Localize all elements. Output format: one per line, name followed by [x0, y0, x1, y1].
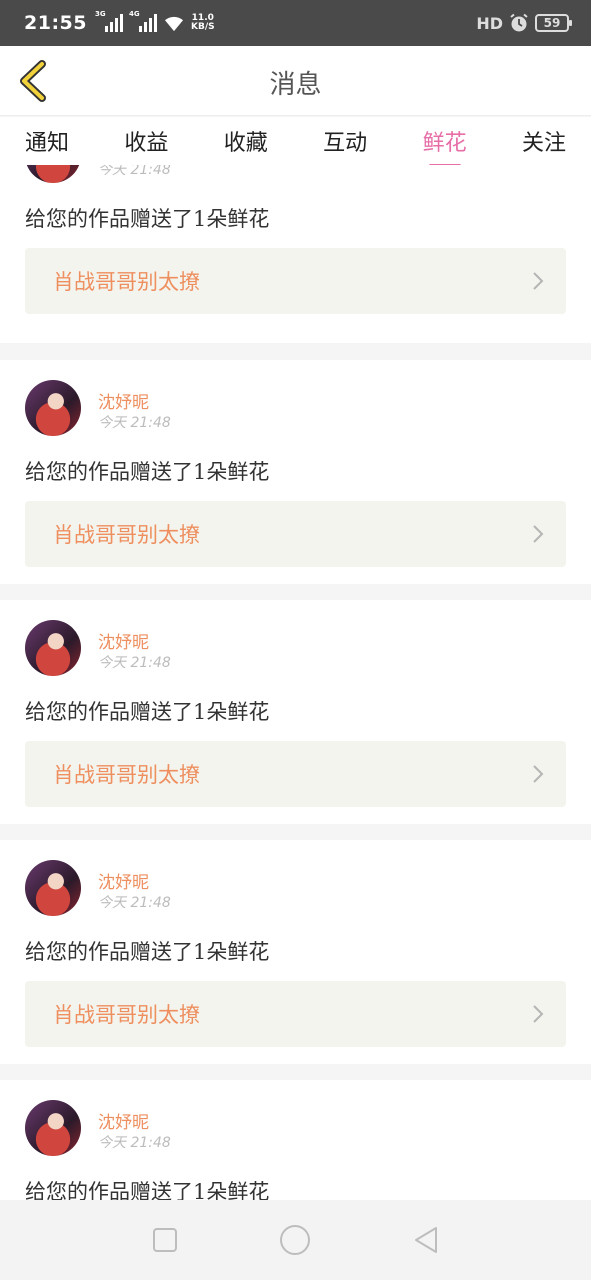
- timestamp: 今天 21:48: [98, 415, 171, 431]
- work-link[interactable]: 肖战哥哥别太撩: [25, 981, 566, 1047]
- message-text: 给您的作品赠送了1朵鲜花: [25, 940, 270, 964]
- username[interactable]: 沈妤昵: [98, 868, 149, 893]
- chevron-right-icon: [533, 765, 544, 783]
- recents-button[interactable]: [145, 1220, 185, 1260]
- list-item: 沈妤昵 今天 21:48 给您的作品赠送了1朵鲜花 肖战哥哥别太撩: [0, 840, 591, 1064]
- tab-interactions[interactable]: 互动: [323, 125, 367, 157]
- work-title: 肖战哥哥别太撩: [53, 270, 200, 294]
- avatar[interactable]: [25, 1100, 81, 1156]
- battery-level: 59: [543, 16, 561, 30]
- chevron-right-icon: [533, 272, 544, 290]
- work-title: 肖战哥哥别太撩: [53, 523, 200, 547]
- header: 消息: [0, 46, 591, 116]
- signal-4g-label: 4G: [128, 10, 140, 18]
- status-left: 21:55 3G 4G 11.0 KB/S: [24, 10, 215, 34]
- avatar[interactable]: [25, 620, 81, 676]
- system-back-button[interactable]: [406, 1220, 446, 1260]
- system-nav-bar: [0, 1200, 591, 1280]
- message-text: 给您的作品赠送了1朵鲜花: [25, 700, 270, 724]
- message-text: 给您的作品赠送了1朵鲜花: [25, 1180, 270, 1200]
- wifi-icon: [164, 16, 183, 32]
- alarm-icon: [510, 13, 528, 32]
- work-link[interactable]: 肖战哥哥别太撩: [25, 741, 566, 807]
- flower-message-list[interactable]: 今天 21:48 给您的作品赠送了1朵鲜花 肖战哥哥别太撩 沈妤昵 今天 21:…: [0, 165, 591, 1200]
- list-item: 沈妤昵 今天 21:48 给您的作品赠送了1朵鲜花 肖战哥哥别太撩: [0, 360, 591, 584]
- tab-favorites[interactable]: 收藏: [224, 125, 268, 157]
- home-button[interactable]: [275, 1220, 315, 1260]
- avatar[interactable]: [25, 380, 81, 436]
- tab-earnings[interactable]: 收益: [124, 125, 168, 157]
- tab-flowers[interactable]: 鲜花: [423, 125, 467, 167]
- message-text: 给您的作品赠送了1朵鲜花: [25, 207, 270, 231]
- status-right: HD 59: [476, 13, 572, 33]
- timestamp: 今天 21:48: [98, 655, 171, 671]
- avatar[interactable]: [25, 860, 81, 916]
- message-text: 给您的作品赠送了1朵鲜花: [25, 460, 270, 484]
- chevron-right-icon: [533, 1005, 544, 1023]
- hd-indicator: HD: [476, 13, 503, 33]
- list-item: 今天 21:48 给您的作品赠送了1朵鲜花 肖战哥哥别太撩: [0, 165, 591, 343]
- timestamp: 今天 21:48: [98, 1135, 171, 1151]
- net-speed: 11.0 KB/S: [191, 14, 215, 32]
- work-link[interactable]: 肖战哥哥别太撩: [25, 501, 566, 567]
- triangle-back-icon: [414, 1227, 437, 1253]
- avatar[interactable]: [25, 165, 81, 183]
- net-speed-unit: KB/S: [190, 22, 215, 32]
- list-item: 沈妤昵 今天 21:48 给您的作品赠送了1朵鲜花 肖战哥哥别太撩: [0, 600, 591, 824]
- square-icon: [153, 1228, 178, 1252]
- timestamp: 今天 21:48: [98, 165, 171, 178]
- signal-3g-label: 3G: [94, 10, 106, 18]
- work-title: 肖战哥哥别太撩: [53, 763, 200, 787]
- list-item: 沈妤昵 今天 21:48 给您的作品赠送了1朵鲜花: [0, 1080, 591, 1200]
- signal-3g-icon: 3G: [95, 10, 123, 32]
- status-icons: 3G 4G 11.0 KB/S: [95, 10, 215, 32]
- timestamp: 今天 21:48: [98, 895, 171, 911]
- username[interactable]: 沈妤昵: [98, 388, 149, 413]
- signal-4g-icon: 4G: [129, 10, 157, 32]
- clock: 21:55: [24, 12, 87, 34]
- work-link[interactable]: 肖战哥哥别太撩: [25, 248, 566, 314]
- tab-notifications[interactable]: 通知: [25, 125, 69, 157]
- page-title: 消息: [269, 70, 322, 100]
- chevron-right-icon: [533, 525, 544, 543]
- username[interactable]: 沈妤昵: [98, 628, 149, 653]
- work-title: 肖战哥哥别太撩: [53, 1003, 200, 1027]
- circle-icon: [280, 1225, 311, 1255]
- status-bar: 21:55 3G 4G 11.0 KB/S HD 59: [0, 0, 591, 46]
- battery-icon: 59: [535, 14, 572, 32]
- username[interactable]: 沈妤昵: [98, 1108, 149, 1133]
- tab-following[interactable]: 关注: [522, 125, 566, 157]
- tab-bar: 通知 收益 收藏 互动 鲜花 关注: [0, 117, 591, 167]
